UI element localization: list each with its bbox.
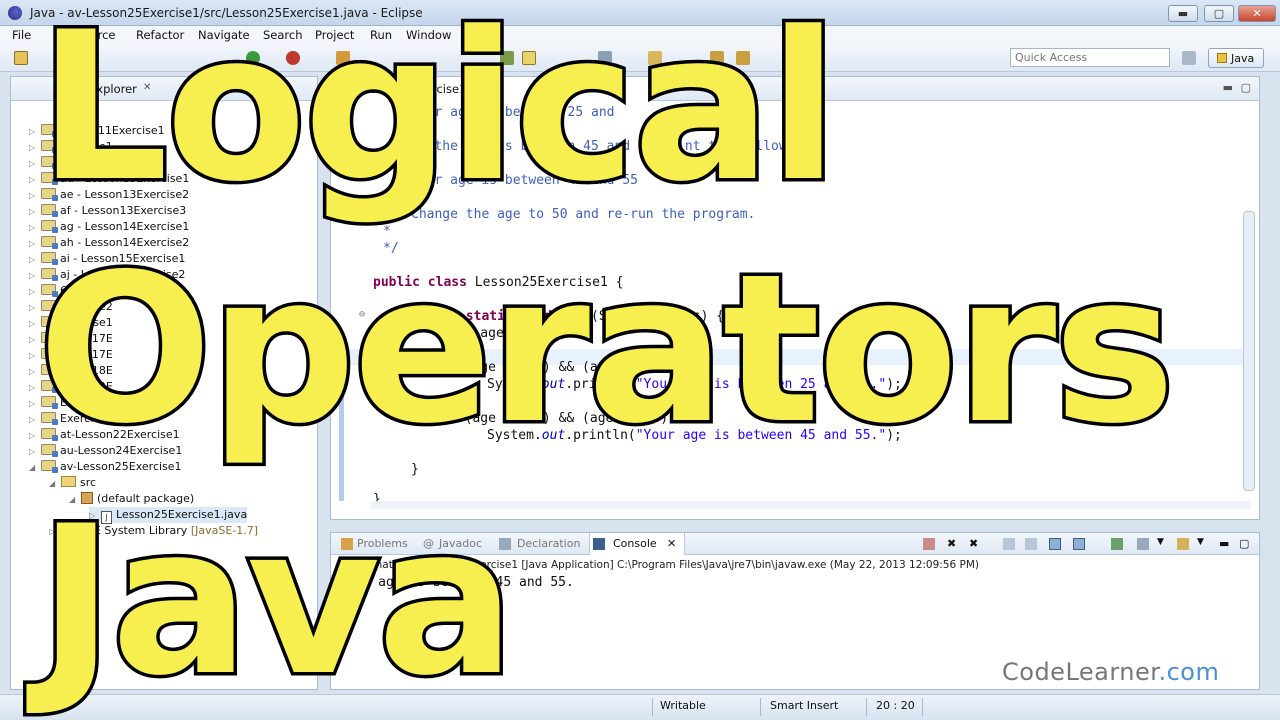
overlay-title-java: Java	[35, 483, 520, 720]
status-insert-mode: Smart Insert	[770, 699, 839, 712]
show-console-icon[interactable]	[1073, 538, 1085, 550]
close-button[interactable]: ✕	[1238, 5, 1276, 22]
minimize-view-icon[interactable]: ▬	[1223, 81, 1233, 94]
status-cursor-position: 20 : 20	[876, 699, 915, 712]
menu-file[interactable]: File	[12, 28, 31, 42]
java-perspective-button[interactable]: Java	[1208, 48, 1264, 68]
tab-declaration[interactable]: Declaration	[517, 537, 580, 550]
minimize-view-icon[interactable]: ▬	[1219, 537, 1229, 550]
open-console-icon[interactable]	[1177, 538, 1189, 550]
display-console-icon[interactable]	[1137, 538, 1149, 550]
editor-vertical-scrollbar[interactable]	[1243, 211, 1255, 491]
tab-console[interactable]: Console	[613, 537, 657, 550]
status-writable: Writable	[660, 699, 706, 712]
restore-button[interactable]: ▢	[1204, 5, 1234, 22]
pin-console-icon[interactable]	[1111, 538, 1123, 550]
open-perspective-icon[interactable]	[1182, 51, 1196, 65]
status-separator	[866, 698, 867, 716]
status-separator	[922, 698, 923, 716]
overlay-title-logical: Logical	[35, 0, 843, 227]
remove-launch-icon[interactable]: ✖	[947, 537, 956, 550]
clear-console-icon[interactable]	[1003, 538, 1015, 550]
chevron-down-icon[interactable]: ▼	[1197, 537, 1204, 547]
remove-all-launches-icon[interactable]: ✖	[969, 537, 978, 550]
close-icon[interactable]: ✕	[667, 537, 676, 550]
status-separator	[652, 698, 653, 716]
word-wrap-icon[interactable]	[1049, 538, 1061, 550]
scroll-lock-icon[interactable]	[1025, 538, 1037, 550]
terminate-icon[interactable]	[923, 538, 935, 550]
quick-access-input[interactable]: Quick Access	[1010, 48, 1170, 67]
eclipse-icon	[8, 6, 22, 20]
minimize-button[interactable]: ▬	[1168, 5, 1198, 22]
codelearner-watermark: CodeLearner.com	[998, 658, 1224, 686]
overlay-title-operators: Operators	[34, 231, 1178, 469]
java-perspective-label: Java	[1231, 52, 1255, 65]
console-icon	[593, 538, 605, 550]
new-icon[interactable]	[14, 51, 28, 65]
chevron-down-icon[interactable]: ▼	[1157, 537, 1164, 547]
maximize-view-icon[interactable]: ▢	[1241, 81, 1251, 94]
maximize-view-icon[interactable]: ▢	[1239, 537, 1249, 550]
status-separator	[760, 698, 761, 716]
java-perspective-icon	[1217, 53, 1227, 63]
